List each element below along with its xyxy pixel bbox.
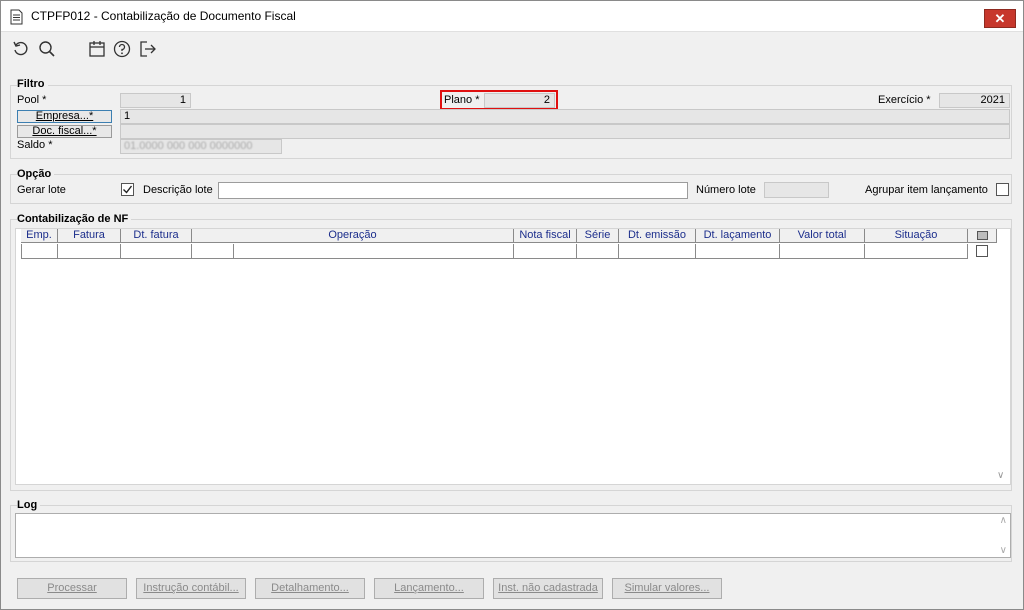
instrucao-contabil-button[interactable]: Instrução contábil... [136, 578, 246, 599]
table-row-cell[interactable] [577, 244, 619, 259]
row-checkbox[interactable] [976, 245, 988, 257]
highlight-box [440, 90, 558, 110]
exit-icon[interactable] [139, 40, 157, 58]
inst-nao-cadastrada-label: Inst. não cadastrada [498, 582, 598, 594]
column-header-situacao[interactable]: Situação [865, 229, 968, 243]
column-header-nota-fiscal[interactable]: Nota fiscal [514, 229, 577, 243]
search-icon[interactable] [38, 40, 56, 58]
column-header-select-all[interactable] [968, 229, 997, 243]
toolbar [1, 33, 1023, 65]
table-row-cell[interactable] [696, 244, 780, 259]
table-row-cell[interactable] [21, 244, 58, 259]
descricao-lote-label: Descrição lote [143, 184, 213, 196]
column-header-operacao[interactable]: Operação [192, 229, 514, 243]
table-row-cell[interactable] [121, 244, 192, 259]
column-header-emp[interactable]: Emp. [21, 229, 58, 243]
doc-fiscal-field[interactable] [120, 124, 1010, 139]
agrupar-checkbox[interactable] [996, 183, 1009, 196]
select-all-icon [976, 231, 988, 240]
gerar-lote-label: Gerar lote [17, 184, 66, 196]
calendar-icon[interactable] [88, 40, 106, 58]
processar-button[interactable]: Processar [17, 578, 127, 599]
saldo-label: Saldo * [17, 139, 53, 151]
column-header-valor-total[interactable]: Valor total [780, 229, 865, 243]
doc-fiscal-button[interactable]: Doc. fiscal...* [17, 125, 112, 138]
filtro-title: Filtro [17, 78, 48, 90]
empresa-button[interactable]: Empresa...* [17, 110, 112, 123]
agrupar-label: Agrupar item lançamento [865, 184, 988, 196]
column-header-serie[interactable]: Série [577, 229, 619, 243]
saldo-field[interactable]: 01.0000 000 000 0000000 [120, 139, 282, 154]
main-window: CTPFP012 - Contabilização de Documento F… [0, 0, 1024, 610]
detalhamento-button[interactable]: Detalhamento... [255, 578, 365, 599]
document-icon [10, 9, 23, 25]
saldo-value: 01.0000 000 000 0000000 [124, 140, 253, 152]
inst-nao-cadastrada-button[interactable]: Inst. não cadastrada [493, 578, 603, 599]
table-row-cell[interactable] [192, 244, 234, 259]
column-header-dt-fatura[interactable]: Dt. fatura [121, 229, 192, 243]
descricao-lote-input[interactable] [218, 182, 688, 199]
grid-header: Emp. Fatura Dt. fatura Operação Nota fis… [21, 229, 997, 243]
checkmark-icon [123, 185, 133, 194]
scroll-down-icon[interactable]: ∨ [1000, 545, 1007, 556]
table-row-cell[interactable] [619, 244, 696, 259]
table-row-cell[interactable] [865, 244, 968, 259]
empresa-button-label: Empresa...* [35, 110, 94, 122]
refresh-icon[interactable] [12, 40, 30, 58]
processar-label: Processar [47, 582, 97, 594]
pool-field[interactable]: 1 [120, 93, 191, 108]
simular-label: Simular valores... [624, 582, 710, 594]
nf-grid[interactable]: Emp. Fatura Dt. fatura Operação Nota fis… [15, 228, 1011, 485]
opcao-title: Opção [17, 168, 55, 180]
help-icon[interactable] [113, 40, 131, 58]
table-row-cell[interactable] [234, 244, 514, 259]
doc-fiscal-button-label: Doc. fiscal...* [32, 125, 97, 137]
table-row-cell[interactable] [58, 244, 121, 259]
table-row-cell[interactable] [780, 244, 865, 259]
log-title: Log [17, 499, 41, 511]
instrucao-label: Instrução contábil... [143, 582, 239, 594]
lancamento-label: Lançamento... [394, 582, 464, 594]
column-header-dt-lancamento[interactable]: Dt. laçamento [696, 229, 780, 243]
gerar-lote-checkbox[interactable] [121, 183, 134, 196]
exercicio-field[interactable]: 2021 [939, 93, 1010, 108]
pool-label: Pool * [17, 94, 47, 106]
title-bar: CTPFP012 - Contabilização de Documento F… [1, 1, 1023, 32]
exercicio-label: Exercício * [878, 94, 931, 106]
numero-lote-field[interactable] [764, 182, 829, 198]
contabilizacao-title: Contabilização de NF [17, 213, 132, 225]
detalhamento-label: Detalhamento... [271, 582, 349, 594]
empresa-field[interactable]: 1 [120, 109, 1010, 124]
numero-lote-label: Número lote [696, 184, 756, 196]
log-textarea[interactable]: ∧ ∨ [15, 513, 1011, 558]
scroll-down-icon[interactable]: ∨ [997, 470, 1004, 481]
scroll-up-icon[interactable]: ∧ [1000, 515, 1007, 526]
grid-scrollbar[interactable]: ∨ [994, 231, 1010, 483]
close-button[interactable]: ✕ [984, 9, 1016, 28]
table-row-cell[interactable] [514, 244, 577, 259]
lancamento-button[interactable]: Lançamento... [374, 578, 484, 599]
simular-valores-button[interactable]: Simular valores... [612, 578, 722, 599]
column-header-dt-emissao[interactable]: Dt. emissão [619, 229, 696, 243]
column-header-fatura[interactable]: Fatura [58, 229, 121, 243]
window-title: CTPFP012 - Contabilização de Documento F… [31, 9, 296, 23]
